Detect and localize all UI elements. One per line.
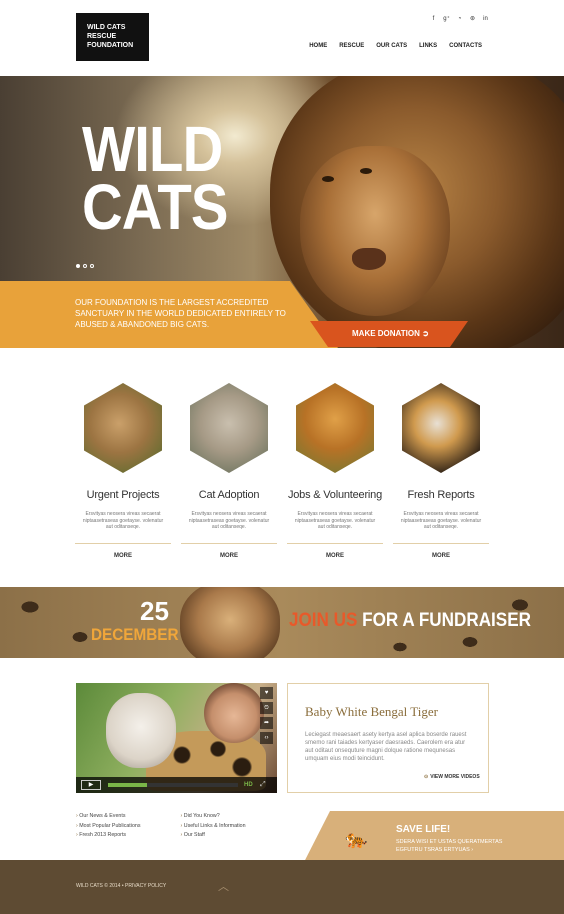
divider: [75, 543, 171, 544]
scroll-top-icon[interactable]: ︿: [218, 878, 229, 894]
service-title[interactable]: Fresh Reports: [393, 489, 489, 501]
woman-image: [204, 683, 264, 743]
services-section: Urgent Projects Ersvityas neosera vireas…: [75, 383, 489, 573]
divider: [393, 543, 489, 544]
site-logo[interactable]: WILD CATS RESCUE FOUNDATION: [76, 13, 149, 61]
social-links: f g⁺ ◔ ⊛ in: [430, 16, 489, 23]
logo-line-2: RESCUE: [87, 33, 117, 40]
fundraiser-heading[interactable]: JOIN US FOR A FUNDRAISER: [289, 611, 531, 631]
service-text: Ersvityas neosera vireas secaerat niptaa…: [188, 511, 270, 530]
service-title[interactable]: Cat Adoption: [181, 489, 277, 501]
divider: [181, 543, 277, 544]
links-column-1: Our News & Events Most Popular Publicati…: [76, 812, 141, 841]
linkedin-icon[interactable]: in: [482, 16, 489, 23]
save-life-title: SAVE LIFE!: [396, 824, 451, 835]
event-month: DECEMBER: [91, 625, 179, 644]
like-icon[interactable]: ♥: [260, 687, 273, 699]
share-icon[interactable]: ➦: [260, 717, 273, 729]
lion-eye-left: [322, 176, 334, 182]
link-item[interactable]: Our News & Events: [76, 812, 141, 822]
embed-icon[interactable]: ‹›: [260, 732, 273, 744]
google-plus-icon[interactable]: g⁺: [443, 16, 450, 23]
copyright: WILD CATS © 2014 • PRIVACY POLICY: [76, 883, 167, 889]
site-footer: WILD CATS © 2014 • PRIVACY POLICY ︿: [0, 860, 564, 914]
video-side-controls: ♥ ⏲ ➦ ‹›: [260, 687, 273, 744]
more-link[interactable]: MORE: [287, 553, 383, 559]
view-more-videos-link[interactable]: ⊙ VIEW MORE VIDEOS: [424, 774, 480, 780]
more-link[interactable]: MORE: [75, 553, 171, 559]
link-item[interactable]: Most Popular Publications: [76, 822, 140, 832]
hd-toggle[interactable]: HD: [244, 780, 253, 790]
links-column-2: Did You Know? Useful Links & Information…: [181, 812, 246, 841]
fundraiser-text: FOR A FUNDRAISER: [362, 610, 531, 631]
view-more-videos-label: VIEW MORE VIDEOS: [430, 774, 480, 780]
nav-our-cats[interactable]: OUR CATS: [376, 43, 407, 49]
slider-dot-1[interactable]: [76, 264, 80, 268]
fullscreen-icon[interactable]: ⤢: [260, 780, 266, 790]
make-donation-label: MAKE DONATION: [352, 329, 420, 338]
slider-dot-2[interactable]: [83, 264, 87, 268]
lion-nose: [352, 248, 386, 270]
video-player[interactable]: ♥ ⏲ ➦ ‹› ▶ HD ⤢: [76, 683, 277, 793]
info-icon[interactable]: ⏲: [260, 702, 273, 714]
rss-icon[interactable]: ◔: [456, 16, 463, 23]
more-link[interactable]: MORE: [181, 553, 277, 559]
slider-pagination: [76, 264, 94, 268]
link-item[interactable]: Useful Links & Information: [181, 822, 246, 832]
privacy-policy-link[interactable]: PRIVACY POLICY: [125, 883, 166, 889]
main-nav: HOME RESCUE OUR CATS LINKS CONTACTS: [309, 43, 482, 49]
video-title[interactable]: Baby White Bengal Tiger: [305, 704, 438, 720]
facebook-icon[interactable]: f: [430, 16, 437, 23]
service-text: Ersvityas neosera vireas secaerat niptaa…: [82, 511, 164, 530]
link-item[interactable]: Did You Know?: [181, 812, 246, 822]
lion-eye-right: [360, 168, 372, 174]
divider: [287, 543, 383, 544]
service-title[interactable]: Jobs & Volunteering: [287, 489, 383, 501]
logo-line-3: FOUNDATION: [87, 42, 134, 49]
tiger-silhouette-icon: 🐅: [345, 829, 368, 849]
logo-line-1: WILD CATS: [87, 24, 126, 31]
lion-face: [300, 146, 450, 316]
play-icon[interactable]: ▶: [81, 780, 101, 790]
nav-rescue[interactable]: RESCUE: [339, 43, 364, 49]
video-description: Leciegast meaesaert asety kertya asel ap…: [305, 732, 467, 762]
cougar-image: [190, 383, 268, 473]
service-text: Ersvityas neosera vireas secaerat niptaa…: [294, 511, 376, 530]
white-tiger-cub-image: [106, 693, 176, 768]
link-item[interactable]: Our Staff: [181, 831, 246, 841]
video-control-bar: ▶ HD ⤢: [76, 777, 277, 793]
footer-links: Our News & Events Most Popular Publicati…: [76, 812, 246, 841]
lion-thumb-image: [296, 383, 374, 473]
link-item[interactable]: Fresh 2013 Reports: [76, 831, 141, 841]
nav-contacts[interactable]: CONTACTS: [449, 43, 482, 49]
lion-banner-image: [180, 587, 280, 658]
lynx-image: [84, 383, 162, 473]
arrow-circle-icon: ⊙: [424, 774, 429, 780]
video-progress-fill: [108, 783, 147, 787]
site-header: WILD CATS RESCUE FOUNDATION f g⁺ ◔ ⊛ in …: [0, 0, 564, 76]
copyright-text: WILD CATS © 2014: [76, 883, 121, 889]
event-day: 25: [140, 596, 169, 626]
service-title[interactable]: Urgent Projects: [75, 489, 171, 501]
hero-title: WILD CATS: [82, 113, 228, 243]
hero-tagline: OUR FOUNDATION IS THE LARGEST ACCREDITED…: [75, 298, 286, 329]
hero-title-line-1: WILD: [82, 113, 223, 185]
video-description-card: Baby White Bengal Tiger Leciegast meaesa…: [287, 683, 489, 793]
hero-title-line-2: CATS: [82, 171, 228, 243]
save-life-body: SDERA WISI ET USTAS QUERATMERTAS EGFUTRU…: [396, 839, 503, 853]
nav-links[interactable]: LINKS: [419, 43, 437, 49]
more-link[interactable]: MORE: [393, 553, 489, 559]
slider-dot-3[interactable]: [90, 264, 94, 268]
chevron-right-icon[interactable]: ›: [471, 847, 473, 853]
pinterest-icon[interactable]: ⊛: [469, 16, 476, 23]
service-text: Ersvityas neosera vireas secaerat niptaa…: [400, 511, 482, 530]
nav-home[interactable]: HOME: [309, 43, 327, 49]
video-progress-bar[interactable]: [108, 783, 238, 787]
arrow-circle-icon: ➲: [422, 329, 429, 338]
save-life-text: SDERA WISI ET USTAS QUERATMERTAS EGFUTRU…: [396, 839, 516, 854]
tiger-image: [402, 383, 480, 473]
join-us-text: JOIN US: [289, 610, 358, 631]
make-donation-button[interactable]: MAKE DONATION ➲: [310, 321, 468, 347]
